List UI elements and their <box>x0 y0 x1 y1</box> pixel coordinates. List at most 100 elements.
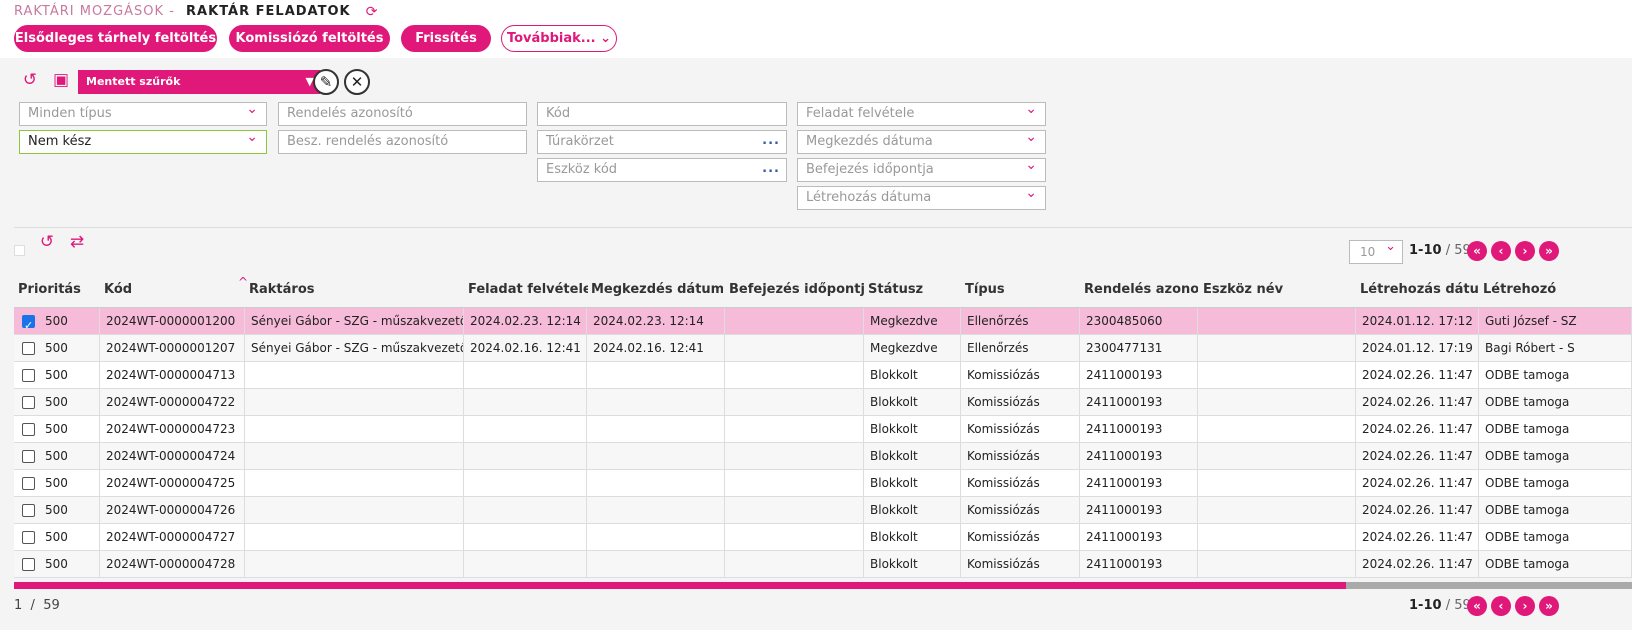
task-received-select[interactable]: Feladat felvétele <box>797 102 1046 126</box>
close-icon[interactable]: ✕ <box>344 69 370 95</box>
table-row[interactable]: 500 2024WT-0000004726 Blokkolt Komissiózás 2… <box>14 497 1632 524</box>
more-dots-icon[interactable]: ... <box>762 159 780 180</box>
start-date-select[interactable]: Megkezdés dátuma <box>797 130 1046 154</box>
col-type[interactable]: Típus <box>965 282 1075 297</box>
table-row[interactable]: 500 2024WT-0000004723 Blokkolt Komissiózás 2… <box>14 416 1632 443</box>
sort-asc-icon[interactable]: ^ <box>238 275 248 289</box>
order-id-input[interactable]: Rendelés azonosító <box>278 102 527 126</box>
col-created-date[interactable]: Létrehozás dátuma <box>1360 282 1478 297</box>
row-checkbox[interactable] <box>22 531 35 544</box>
cell-device-name <box>1198 497 1356 524</box>
first-page-icon[interactable]: « <box>1467 596 1487 616</box>
cell-code: 2024WT-0000004723 <box>100 416 245 443</box>
col-warehouse-worker[interactable]: Raktáros <box>249 282 464 297</box>
cell-code: 2024WT-0000004724 <box>100 443 245 470</box>
next-page-icon[interactable]: › <box>1515 241 1535 261</box>
reset-filters-icon[interactable]: ↺ <box>19 70 41 90</box>
table-row[interactable]: 500 2024WT-0000004713 Blokkolt Komissiózás 2… <box>14 362 1632 389</box>
col-creator[interactable]: Létrehozó <box>1483 282 1632 297</box>
table-row[interactable]: 500 2024WT-0000001207 Sényei Gábor - SZG -… <box>14 335 1632 362</box>
swap-columns-icon[interactable]: ⇄ <box>66 232 88 252</box>
scrollbar-thumb[interactable] <box>14 582 1346 589</box>
col-status[interactable]: Státusz <box>868 282 958 297</box>
prev-page-icon[interactable]: ‹ <box>1491 596 1511 616</box>
route-area-placeholder: Túrakörzet <box>546 134 614 149</box>
first-page-icon[interactable]: « <box>1467 241 1487 261</box>
col-code[interactable]: Kód <box>104 282 244 297</box>
last-page-icon[interactable]: » <box>1539 241 1559 261</box>
table-row[interactable]: 500 2024WT-0000004722 Blokkolt Komissiózás 2… <box>14 389 1632 416</box>
breadcrumb-parent[interactable]: RAKTÁRI MOZGÁSOK - <box>14 4 175 19</box>
primary-storage-fill-button[interactable]: Elsődleges tárhely feltöltés <box>14 25 217 52</box>
edit-pencil-icon[interactable]: ✎ <box>313 69 339 95</box>
row-checkbox[interactable] <box>22 504 35 517</box>
picker-fill-button[interactable]: Komissiózó feltöltés <box>229 25 390 52</box>
code-input[interactable]: Kód <box>537 102 787 126</box>
row-checkbox[interactable] <box>22 423 35 436</box>
horizontal-scrollbar[interactable] <box>14 582 1632 589</box>
device-code-input[interactable]: Eszköz kód... <box>537 158 787 182</box>
col-device-name[interactable]: Eszköz név <box>1203 282 1353 297</box>
footer-total: 59 <box>43 598 60 613</box>
table-row[interactable]: 500 2024WT-0000001200Sényei Gábor - SZG -… <box>14 308 1632 335</box>
status-select[interactable]: Nem kész <box>19 130 267 154</box>
table-row[interactable]: 500 2024WT-0000004728 Blokkolt Komissiózás 2… <box>14 551 1632 578</box>
row-checkbox[interactable] <box>22 558 35 571</box>
cell-warehouse-worker <box>245 389 464 416</box>
cell-start-date <box>587 551 725 578</box>
page-size-select[interactable]: 10 <box>1349 236 1403 264</box>
cell-task-received <box>464 470 587 497</box>
end-time-select[interactable]: Befejezés időpontja <box>797 158 1046 182</box>
cell-text: 500 <box>45 422 68 436</box>
cell-text: 500 <box>45 557 68 571</box>
next-page-icon[interactable]: › <box>1515 596 1535 616</box>
col-priority[interactable]: Prioritás <box>18 282 98 297</box>
refresh-button[interactable]: Frissítés <box>401 25 491 52</box>
col-end-time[interactable]: Befejezés időpontja <box>729 282 864 297</box>
cell-creator: ODBE tamoga <box>1479 551 1632 578</box>
col-order-id[interactable]: Rendelés azonosító <box>1084 282 1198 297</box>
cell-creator: ODBE tamoga <box>1479 524 1632 551</box>
cell-end-time <box>725 551 864 578</box>
last-page-icon[interactable]: » <box>1539 596 1559 616</box>
cell-start-date <box>587 443 725 470</box>
save-filter-icon[interactable]: ▣ <box>50 70 72 90</box>
refresh-icon[interactable]: ⟳ <box>366 4 379 20</box>
row-checkbox[interactable] <box>22 312 35 335</box>
select-all-checkbox[interactable] <box>14 245 25 256</box>
table-row[interactable]: 500 2024WT-0000004725 Blokkolt Komissiózás 2… <box>14 470 1632 497</box>
cell-task-received <box>464 416 587 443</box>
cell-device-name <box>1198 362 1356 389</box>
more-dropdown-button[interactable]: Továbbiak... ⌄ <box>501 25 617 52</box>
breadcrumb: RAKTÁRI MOZGÁSOK - RAKTÁR FELADATOK ⟳ <box>14 4 378 20</box>
col-task-received[interactable]: Feladat felvétele <box>468 282 588 297</box>
cell-device-name <box>1198 416 1356 443</box>
created-date-select[interactable]: Létrehozás dátuma <box>797 186 1046 210</box>
cell-order-id: 2411000193 <box>1080 389 1198 416</box>
cell-priority: 500 <box>14 443 100 470</box>
row-checkbox[interactable] <box>22 342 35 355</box>
footer-page-indicator: 1 / 59 <box>14 598 60 613</box>
purchase-order-input[interactable]: Besz. rendelés azonosító <box>278 130 527 154</box>
cell-type: Komissiózás <box>961 470 1080 497</box>
more-dots-icon[interactable]: ... <box>762 131 780 152</box>
table-row[interactable]: 500 2024WT-0000004727 Blokkolt Komissiózás 2… <box>14 524 1632 551</box>
cell-priority: 500 <box>14 389 100 416</box>
reset-table-icon[interactable]: ↺ <box>36 232 58 252</box>
row-checkbox[interactable] <box>22 369 35 382</box>
row-checkbox[interactable] <box>22 450 35 463</box>
cell-start-date <box>587 416 725 443</box>
divider <box>14 227 1632 228</box>
row-checkbox[interactable] <box>22 396 35 409</box>
cell-created-date: 2024.02.26. 11:47 <box>1356 416 1479 443</box>
route-area-input[interactable]: Túrakörzet... <box>537 130 787 154</box>
prev-page-icon[interactable]: ‹ <box>1491 241 1511 261</box>
table-row[interactable]: 500 2024WT-0000004724 Blokkolt Komissiózás 2… <box>14 443 1632 470</box>
col-start-date[interactable]: Megkezdés dátuma <box>591 282 723 297</box>
row-checkbox[interactable] <box>22 477 35 490</box>
cell-code: 2024WT-0000001207 <box>100 335 245 362</box>
saved-filters-select[interactable]: Mentett szűrők ▼ <box>78 70 320 94</box>
cell-code: 2024WT-0000004726 <box>100 497 245 524</box>
cell-creator: ODBE tamoga <box>1479 497 1632 524</box>
type-select[interactable]: Minden típus <box>19 102 267 126</box>
